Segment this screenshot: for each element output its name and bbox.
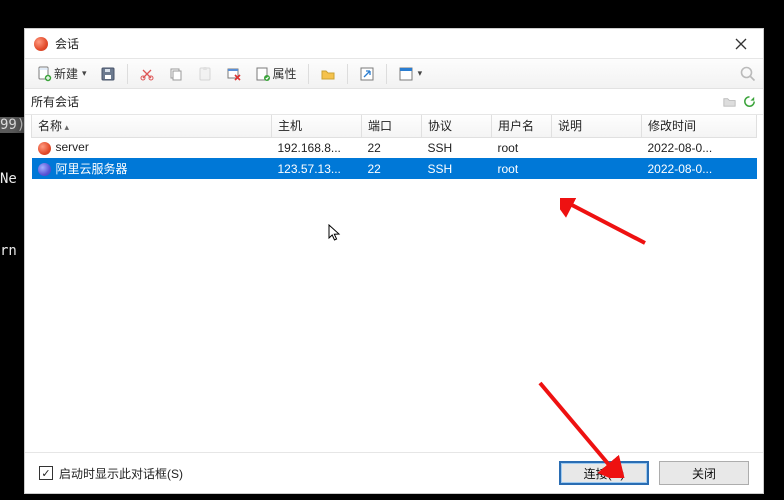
toolbar: 新建 ▾ 属性 ▾ bbox=[25, 59, 763, 89]
properties-label: 属性 bbox=[273, 65, 297, 82]
copy-icon bbox=[168, 66, 184, 82]
delete-window-icon bbox=[226, 66, 242, 82]
folder-icon bbox=[320, 66, 336, 82]
filter-label: 所有会话 bbox=[31, 93, 717, 110]
close-button[interactable]: 关闭 bbox=[659, 461, 749, 485]
chevron-down-icon: ▾ bbox=[82, 68, 87, 79]
bottom-bar: ✓ 启动时显示此对话框(S) 连接(C) 关闭 bbox=[25, 453, 763, 493]
session-table: 名称 主机 端口 协议 用户名 说明 修改时间 server192.168.8.… bbox=[31, 115, 757, 179]
search-icon[interactable] bbox=[739, 65, 757, 83]
save-button[interactable] bbox=[95, 62, 121, 86]
new-session-button[interactable]: 新建 ▾ bbox=[31, 62, 92, 86]
window-close-button[interactable] bbox=[727, 33, 755, 55]
background-terminal: 99) Ne rn bbox=[0, 0, 24, 500]
col-user[interactable]: 用户名 bbox=[492, 115, 552, 137]
session-table-container: 名称 主机 端口 协议 用户名 说明 修改时间 server192.168.8.… bbox=[25, 115, 763, 453]
show-on-start-checkbox[interactable]: ✓ 启动时显示此对话框(S) bbox=[39, 465, 183, 482]
col-name[interactable]: 名称 bbox=[32, 115, 272, 137]
cut-button[interactable] bbox=[134, 62, 160, 86]
new-file-icon bbox=[36, 66, 52, 82]
dialog-title: 会话 bbox=[55, 35, 79, 52]
shortcut-icon bbox=[359, 66, 375, 82]
col-description[interactable]: 说明 bbox=[552, 115, 642, 137]
refresh-icon[interactable] bbox=[741, 94, 757, 110]
session-row[interactable]: server192.168.8...22SSHroot2022-08-0... bbox=[32, 137, 757, 158]
session-dialog: 会话 新建 ▾ bbox=[24, 28, 764, 494]
delete-button[interactable] bbox=[221, 62, 247, 86]
close-label: 关闭 bbox=[692, 465, 716, 482]
view-mode-button[interactable]: ▾ bbox=[393, 62, 428, 86]
checkbox-box: ✓ bbox=[39, 466, 53, 480]
new-button-label: 新建 bbox=[54, 65, 78, 82]
col-port[interactable]: 端口 bbox=[362, 115, 422, 137]
col-modified[interactable]: 修改时间 bbox=[642, 115, 757, 137]
show-on-start-label: 启动时显示此对话框(S) bbox=[59, 465, 183, 482]
titlebar: 会话 bbox=[25, 29, 763, 59]
session-row[interactable]: 阿里云服务器123.57.13...22SSHroot2022-08-0... bbox=[32, 158, 757, 179]
filter-row: 所有会话 bbox=[25, 89, 763, 115]
list-view-icon bbox=[398, 66, 414, 82]
app-swirl-icon bbox=[33, 36, 49, 52]
paste-button[interactable] bbox=[192, 62, 218, 86]
folder-dim-icon[interactable] bbox=[721, 94, 737, 110]
paste-icon bbox=[197, 66, 213, 82]
properties-icon bbox=[255, 66, 271, 82]
col-protocol[interactable]: 协议 bbox=[422, 115, 492, 137]
properties-button[interactable]: 属性 bbox=[250, 62, 302, 86]
floppy-icon bbox=[100, 66, 116, 82]
connect-button[interactable]: 连接(C) bbox=[559, 461, 649, 485]
shortcut-button[interactable] bbox=[354, 62, 380, 86]
chevron-down-icon: ▾ bbox=[418, 68, 423, 79]
terminal-text: 99) bbox=[0, 117, 25, 133]
new-folder-button[interactable] bbox=[315, 62, 341, 86]
terminal-text: rn bbox=[0, 242, 24, 260]
terminal-text: Ne bbox=[0, 170, 24, 188]
scissors-icon bbox=[139, 66, 155, 82]
col-host[interactable]: 主机 bbox=[272, 115, 362, 137]
copy-button[interactable] bbox=[163, 62, 189, 86]
connect-label: 连接(C) bbox=[584, 465, 625, 482]
close-icon bbox=[735, 38, 747, 50]
